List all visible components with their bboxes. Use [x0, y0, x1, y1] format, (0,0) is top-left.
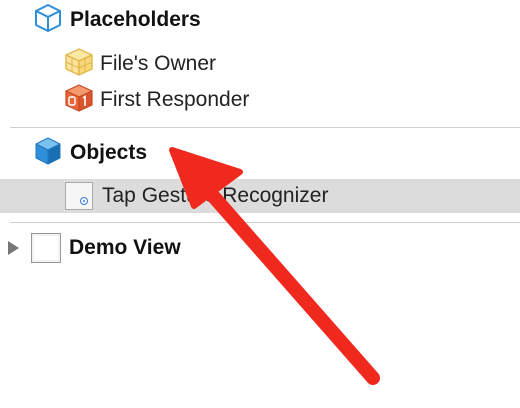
outline-item-demo-view[interactable]: Demo View: [0, 232, 520, 264]
first-responder-label: First Responder: [100, 88, 250, 111]
document-outline: Placeholders File's Owner First Responde…: [0, 0, 520, 408]
files-owner-label: File's Owner: [100, 52, 217, 75]
section-divider: [10, 222, 520, 223]
first-responder-cube-icon: [64, 83, 94, 118]
objects-section-header[interactable]: Objects: [0, 137, 520, 169]
cube-icon: [34, 136, 62, 171]
tap-gesture-recognizer-label: Tap Gesture Recognizer: [102, 184, 329, 207]
section-divider: [10, 127, 520, 128]
gesture-recognizer-icon: [65, 182, 93, 210]
demo-view-label: Demo View: [69, 236, 181, 259]
view-icon: [31, 233, 61, 263]
disclosure-triangle-icon[interactable]: [8, 241, 19, 255]
outline-item-first-responder[interactable]: First Responder: [0, 83, 520, 118]
outline-item-files-owner[interactable]: File's Owner: [0, 47, 520, 82]
placeholders-header-label: Placeholders: [70, 8, 201, 31]
objects-header-label: Objects: [70, 141, 148, 164]
placeholders-section-header[interactable]: Placeholders: [0, 3, 520, 38]
cube-icon: [34, 3, 62, 38]
outline-item-tap-gesture-recognizer[interactable]: Tap Gesture Recognizer: [0, 179, 520, 213]
files-owner-cube-icon: [64, 47, 94, 82]
